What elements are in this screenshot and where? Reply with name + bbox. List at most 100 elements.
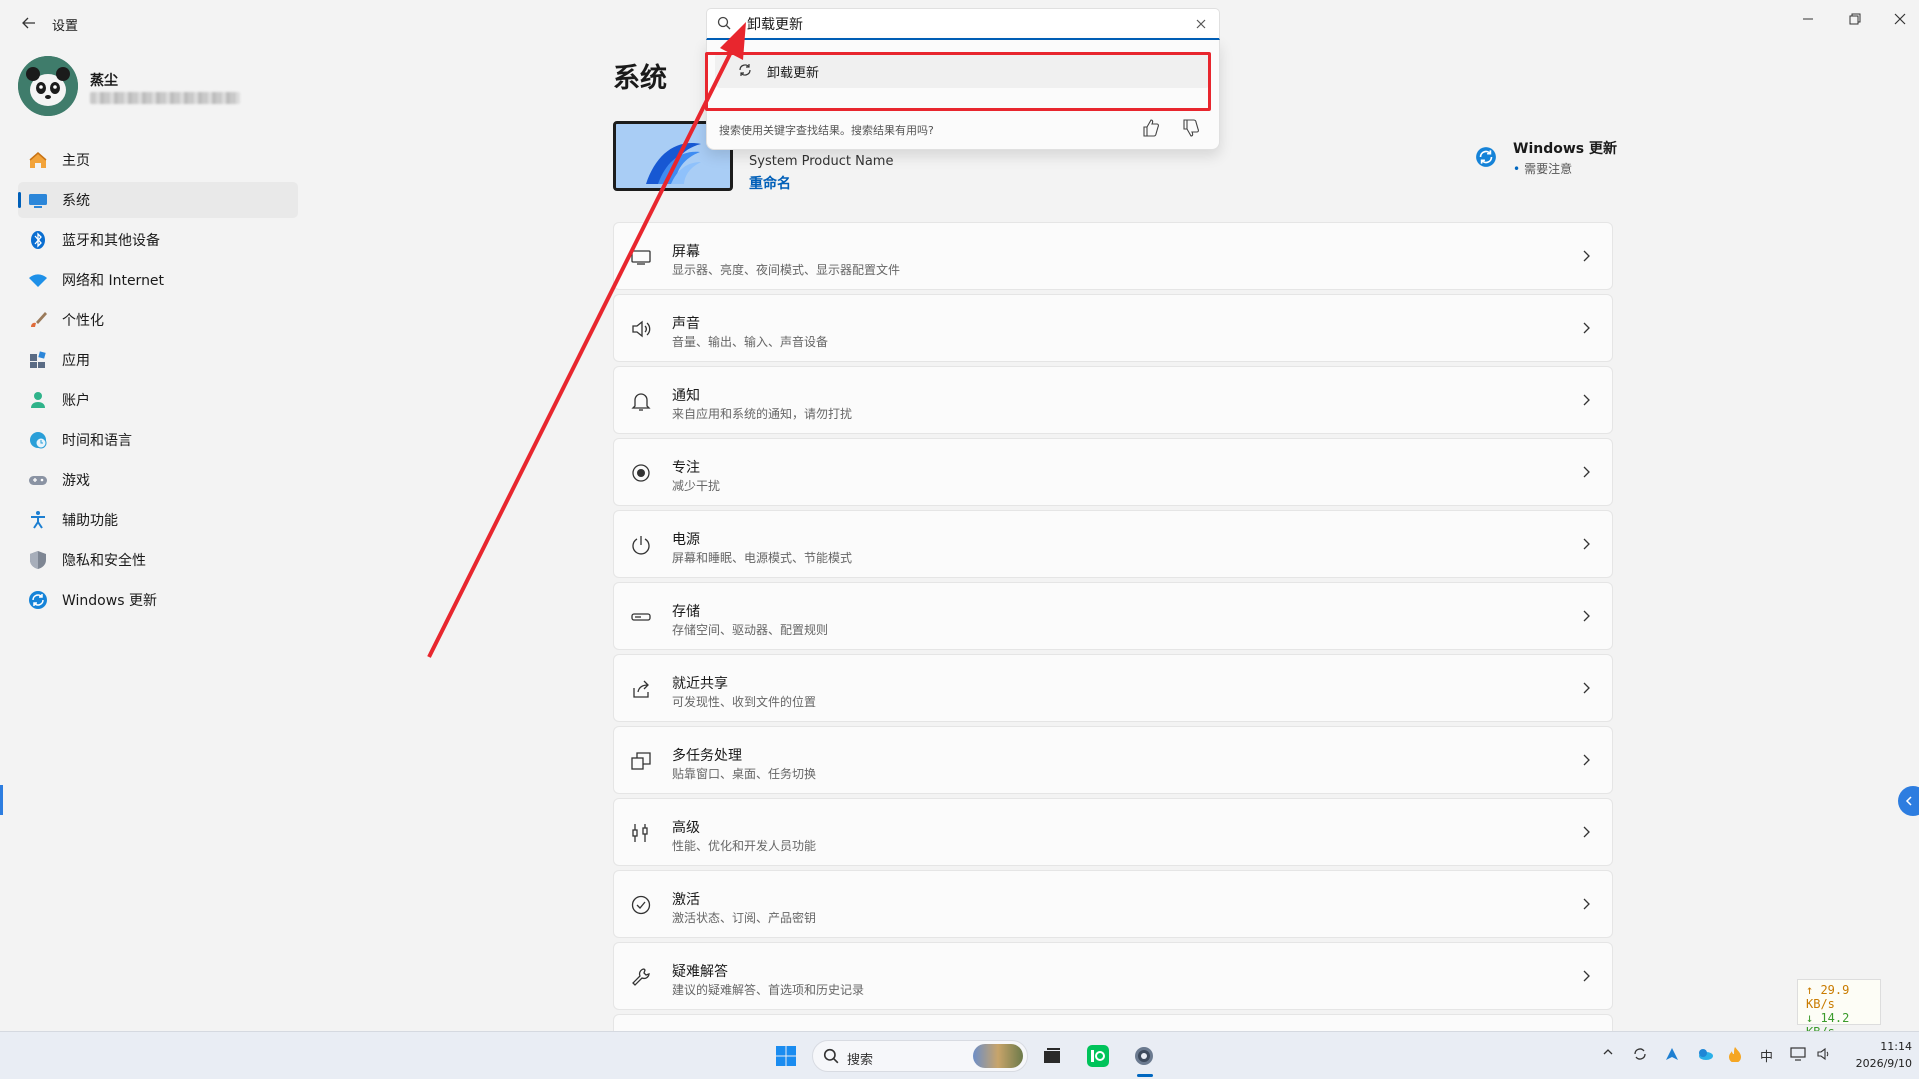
- start-button[interactable]: [772, 1042, 800, 1070]
- user-profile[interactable]: 蒸尘: [18, 56, 298, 120]
- task-view-button[interactable]: [1038, 1042, 1066, 1070]
- speaker-icon: [1817, 1047, 1829, 1061]
- sidebar-item-system[interactable]: 系统: [18, 182, 298, 218]
- card-nearby-sharing[interactable]: 就近共享 可发现性、收到文件的位置: [613, 654, 1613, 722]
- sidebar-item-gaming[interactable]: 游戏: [18, 462, 298, 498]
- gear-icon: [1135, 1047, 1153, 1065]
- card-advanced[interactable]: 高级 性能、优化和开发人员功能: [613, 798, 1613, 866]
- highlight-box: [705, 52, 1211, 111]
- chevron-right-icon: [1583, 322, 1590, 334]
- search-icon: [823, 1048, 839, 1064]
- rename-link[interactable]: 重命名: [749, 173, 791, 193]
- sidebar-item-windows-update[interactable]: Windows 更新: [18, 582, 298, 618]
- home-icon: [28, 150, 48, 170]
- card-focus[interactable]: 专注 减少干扰: [613, 438, 1613, 506]
- thumbs-down-icon[interactable]: [1181, 118, 1201, 138]
- back-button[interactable]: [18, 12, 40, 34]
- storage-icon: [630, 606, 652, 628]
- active-app-indicator: [1137, 1074, 1153, 1077]
- update-icon: [1476, 147, 1496, 167]
- windows-update-substatus: • 需要注意: [1513, 162, 1573, 176]
- card-troubleshoot[interactable]: 疑难解答 建议的疑难解答、首选项和历史记录: [613, 942, 1613, 1010]
- sidebar-item-personalization[interactable]: 个性化: [18, 302, 298, 338]
- sidebar-item-bluetooth[interactable]: 蓝牙和其他设备: [18, 222, 298, 258]
- minimize-icon: [1803, 18, 1813, 20]
- card-multitasking[interactable]: 多任务处理 贴靠窗口、桌面、任务切换: [613, 726, 1613, 794]
- taskbar-search[interactable]: 搜索: [812, 1040, 1028, 1072]
- tray-network[interactable]: [1790, 1046, 1808, 1066]
- thumbs-up-icon[interactable]: [1141, 118, 1161, 138]
- sidebar-nav: 主页 系统 蓝牙和其他设备 网络和 Internet 个性化 应用 账户 时间和…: [18, 142, 298, 622]
- card-sound[interactable]: 声音 音量、输出、输入、声音设备: [613, 294, 1613, 362]
- update-icon: [28, 590, 48, 610]
- tray-overflow-button[interactable]: [1602, 1046, 1614, 1062]
- tray-volume[interactable]: [1816, 1046, 1832, 1066]
- windows-update-title: Windows 更新: [1513, 141, 1617, 157]
- clear-search-icon[interactable]: [1193, 16, 1209, 32]
- advanced-icon: [630, 822, 652, 844]
- sidebar-item-network[interactable]: 网络和 Internet: [18, 262, 298, 298]
- search-icon: [717, 16, 731, 30]
- wifi-icon: [28, 270, 48, 290]
- clock-date: 2026/9/10: [1855, 1057, 1912, 1070]
- search-input[interactable]: [745, 13, 1165, 35]
- close-icon: [1894, 13, 1906, 25]
- user-name: 蒸尘: [90, 73, 118, 89]
- refresh-icon: [1634, 1048, 1646, 1060]
- close-button[interactable]: [1880, 4, 1919, 34]
- taskbar-app-settings[interactable]: [1130, 1042, 1158, 1070]
- chevron-right-icon: [1583, 682, 1590, 694]
- restore-button[interactable]: [1835, 4, 1875, 34]
- sidebar-item-home[interactable]: 主页: [18, 142, 298, 178]
- network-speed-widget: ↑ 29.9 KB/s ↓ 14.2 KB/s: [1797, 979, 1881, 1039]
- taskbar-search-label: 搜索: [847, 1053, 874, 1068]
- card-storage[interactable]: 存储 存储空间、驱动器、配置规则: [613, 582, 1613, 650]
- search-feedback-text: 搜索使用关键字查找结果。搜索结果有用吗?: [719, 124, 934, 137]
- flame-icon: [1729, 1047, 1741, 1063]
- ime-indicator[interactable]: 中: [1760, 1046, 1773, 1065]
- sidebar-item-time-language[interactable]: 时间和语言: [18, 422, 298, 458]
- settings-cards: 屏幕 显示器、亮度、夜间模式、显示器配置文件 声音 音量、输出、输入、声音设备 …: [613, 222, 1613, 1040]
- card-power[interactable]: 电源 屏幕和睡眠、电源模式、节能模式: [613, 510, 1613, 578]
- tray-app-flame[interactable]: [1728, 1046, 1742, 1066]
- card-activation[interactable]: 激活 激活状态、订阅、产品密钥: [613, 870, 1613, 938]
- search-highlight-image: [973, 1044, 1023, 1068]
- chevron-right-icon: [1583, 610, 1590, 622]
- sidebar-item-apps[interactable]: 应用: [18, 342, 298, 378]
- edge-marker: [0, 785, 3, 815]
- clock-time: 11:14: [1880, 1040, 1912, 1053]
- chevron-right-icon: [1583, 466, 1590, 478]
- chevron-right-icon: [1583, 394, 1590, 406]
- back-arrow-icon: [22, 17, 35, 29]
- chevron-right-icon: [1583, 898, 1590, 910]
- windows-update-status[interactable]: Windows 更新 • 需要注意: [1473, 136, 1633, 180]
- minimize-button[interactable]: [1788, 4, 1828, 34]
- sidebar-item-privacy[interactable]: 隐私和安全性: [18, 542, 298, 578]
- pin-icon: [1666, 1048, 1678, 1060]
- tray-app-pin[interactable]: [1664, 1046, 1680, 1066]
- tray-app-cloud[interactable]: [1696, 1046, 1714, 1066]
- side-panel-toggle[interactable]: [1898, 786, 1919, 816]
- monitor-icon: [28, 190, 48, 210]
- settings-search[interactable]: [706, 8, 1220, 40]
- chevron-left-icon: [1905, 796, 1912, 806]
- power-icon: [630, 534, 652, 556]
- taskbar-app-iqiyi[interactable]: [1084, 1042, 1112, 1070]
- apps-icon: [28, 350, 48, 370]
- taskbar: 搜索 中 11:14 2026/9/10: [0, 1031, 1919, 1079]
- shield-icon: [28, 550, 48, 570]
- task-view-icon: [1044, 1048, 1060, 1063]
- card-display[interactable]: 屏幕 显示器、亮度、夜间模式、显示器配置文件: [613, 222, 1613, 290]
- sidebar-item-accessibility[interactable]: 辅助功能: [18, 502, 298, 538]
- sidebar-item-accounts[interactable]: 账户: [18, 382, 298, 418]
- clock[interactable]: 11:14 2026/9/10: [1848, 1038, 1912, 1072]
- card-notifications[interactable]: 通知 来自应用和系统的通知，请勿打扰: [613, 366, 1613, 434]
- chevron-right-icon: [1583, 250, 1590, 262]
- windows-logo-icon: [776, 1046, 796, 1066]
- person-icon: [28, 390, 48, 410]
- network-monitor-icon: [1790, 1047, 1806, 1061]
- chevron-right-icon: [1583, 538, 1590, 550]
- restore-icon: [1849, 13, 1861, 25]
- brush-icon: [28, 310, 48, 330]
- tray-sync-icon[interactable]: [1632, 1046, 1648, 1066]
